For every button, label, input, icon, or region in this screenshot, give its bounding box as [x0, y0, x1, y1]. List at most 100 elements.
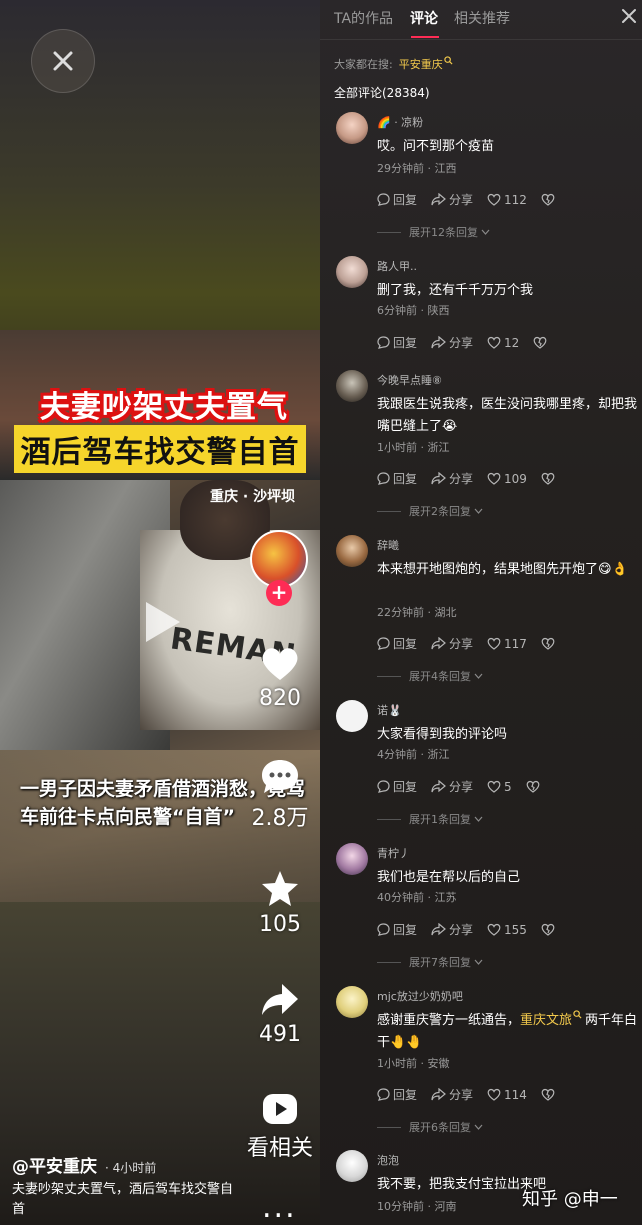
dislike-comment-button[interactable] — [541, 472, 558, 485]
commenter-name[interactable]: 辞曦 — [377, 537, 399, 553]
comment-meta: 1小时前 · 浙江 — [377, 441, 450, 454]
follow-button[interactable]: + — [266, 580, 292, 606]
commenter-name[interactable]: 诺🐰 — [377, 702, 402, 718]
reply-button[interactable]: 回复 — [377, 635, 417, 652]
share-comment-button[interactable]: 分享 — [431, 1086, 473, 1103]
close-video-button[interactable] — [31, 29, 95, 93]
play-circle-icon — [263, 1094, 297, 1124]
share-comment-button[interactable]: 分享 — [431, 635, 473, 652]
trending-search: 大家都在搜: 平安重庆 — [334, 56, 453, 72]
like-comment-button[interactable]: 109 — [487, 472, 527, 486]
comment-actions: 回复 分享 12 — [377, 334, 597, 351]
tab-related[interactable]: 相关推荐 — [454, 8, 510, 28]
like-comment-button[interactable]: 5 — [487, 780, 512, 794]
expand-replies[interactable]: 展开12条回复 — [377, 224, 617, 240]
post-time: · 4小时前 — [105, 1161, 157, 1175]
tab-comments[interactable]: 评论 — [410, 8, 438, 28]
dislike-comment-button[interactable] — [541, 923, 558, 936]
expand-replies[interactable]: 展开1条回复 — [377, 811, 617, 827]
video-location-tag: 重庆 · 沙坪坝 — [210, 489, 296, 505]
comment-actions: 回复 分享 5 — [377, 778, 597, 795]
expand-replies[interactable]: 展开7条回复 — [377, 954, 617, 970]
comment-meta: 1小时前 · 安徽 — [377, 1057, 450, 1070]
reply-button[interactable]: 回复 — [377, 191, 417, 208]
favorite-action[interactable]: 105 — [240, 870, 320, 937]
dislike-comment-button[interactable] — [541, 637, 558, 650]
reply-icon — [377, 193, 390, 206]
like-comment-button[interactable]: 155 — [487, 923, 527, 937]
more-options-icon[interactable]: ... — [262, 1190, 297, 1225]
commenter-avatar[interactable] — [336, 112, 368, 144]
commenter-name[interactable]: 泡泡 — [377, 1152, 399, 1168]
share-comment-button[interactable]: 分享 — [431, 921, 473, 938]
video-player[interactable]: REMAN 夫妻吵架丈夫置气 酒后驾车找交警自首 重庆 · 沙坪坝 一男子因夫妻… — [0, 0, 320, 1225]
comment-meta: 6分钟前 · 陕西 — [377, 304, 450, 317]
chevron-down-icon — [474, 816, 483, 822]
comment-like-count: 12 — [504, 335, 520, 350]
share-icon — [431, 193, 446, 206]
like-action[interactable]: 820 — [240, 646, 320, 711]
commenter-avatar[interactable] — [336, 535, 368, 567]
commenter-avatar[interactable] — [336, 256, 368, 288]
reply-icon — [377, 923, 390, 936]
commenter-avatar[interactable] — [336, 1150, 368, 1182]
comment-action[interactable]: 2.8万 — [240, 758, 320, 832]
reply-button[interactable]: 回复 — [377, 1086, 417, 1103]
related-action[interactable]: 看相关 — [235, 1092, 320, 1162]
comment-text: 我跟医生说我疼，医生没问我哪里疼，却把我嘴巴缝上了😭 — [377, 397, 638, 434]
close-panel-icon[interactable] — [620, 7, 638, 25]
share-icon — [431, 1088, 446, 1101]
commenter-name[interactable]: 路人甲.. — [377, 258, 417, 274]
topic-link[interactable]: 重庆文旅 — [520, 1013, 572, 1028]
like-comment-button[interactable]: 117 — [487, 637, 527, 651]
share-icon — [431, 637, 446, 650]
commenter-avatar[interactable] — [336, 843, 368, 875]
like-comment-button[interactable]: 114 — [487, 1088, 527, 1102]
comment-like-count: 109 — [504, 471, 527, 486]
author-name[interactable]: @平安重庆 — [12, 1157, 97, 1177]
broken-heart-icon — [541, 637, 555, 650]
expand-replies[interactable]: 展开2条回复 — [377, 503, 617, 519]
dislike-comment-button[interactable] — [541, 193, 558, 206]
like-comment-button[interactable]: 12 — [487, 336, 519, 350]
share-action[interactable]: 491 — [240, 982, 320, 1047]
commenter-name[interactable]: 今晚早点睡⑧ — [377, 372, 442, 388]
share-comment-button[interactable]: 分享 — [431, 778, 473, 795]
broken-heart-icon — [533, 336, 547, 349]
comment-actions: 回复 分享 112 — [377, 191, 597, 208]
reply-button[interactable]: 回复 — [377, 470, 417, 487]
close-icon — [53, 51, 73, 71]
dislike-comment-button[interactable] — [533, 336, 550, 349]
share-count: 491 — [259, 1022, 301, 1047]
expand-replies[interactable]: 展开6条回复 — [377, 1119, 617, 1135]
commenter-name[interactable]: 青柠丿 — [377, 845, 410, 861]
commenter-avatar[interactable] — [336, 986, 368, 1018]
reply-button[interactable]: 回复 — [377, 334, 417, 351]
broken-heart-icon — [541, 193, 555, 206]
share-comment-button[interactable]: 分享 — [431, 334, 473, 351]
share-icon — [431, 923, 446, 936]
share-comment-button[interactable]: 分享 — [431, 470, 473, 487]
reply-button[interactable]: 回复 — [377, 921, 417, 938]
share-icon — [431, 336, 446, 349]
commenter-avatar[interactable] — [336, 700, 368, 732]
commenter-name[interactable]: 🌈 · 凉粉 — [377, 114, 423, 130]
heart-outline-icon — [487, 1088, 501, 1101]
play-icon[interactable] — [140, 600, 184, 644]
commenter-avatar[interactable] — [336, 370, 368, 402]
chevron-down-icon — [474, 673, 483, 679]
heart-outline-icon — [487, 472, 501, 485]
reply-button[interactable]: 回复 — [377, 778, 417, 795]
author-info[interactable]: @平安重庆 · 4小时前 — [12, 1152, 156, 1177]
panel-tabs: TA的作品 评论 相关推荐 — [320, 0, 642, 40]
dislike-comment-button[interactable] — [526, 780, 543, 793]
comment-text: 本来想开地图炮的，结果地图先开炮了😋👌 — [377, 562, 628, 577]
share-comment-button[interactable]: 分享 — [431, 191, 473, 208]
search-term-link[interactable]: 平安重庆 — [399, 58, 443, 71]
commenter-name[interactable]: mjc放过少奶奶吧 — [377, 988, 463, 1004]
dislike-comment-button[interactable] — [541, 1088, 558, 1101]
tab-works[interactable]: TA的作品 — [334, 8, 393, 28]
related-label: 看相关 — [246, 1136, 313, 1161]
like-comment-button[interactable]: 112 — [487, 193, 527, 207]
expand-replies[interactable]: 展开4条回复 — [377, 668, 617, 684]
